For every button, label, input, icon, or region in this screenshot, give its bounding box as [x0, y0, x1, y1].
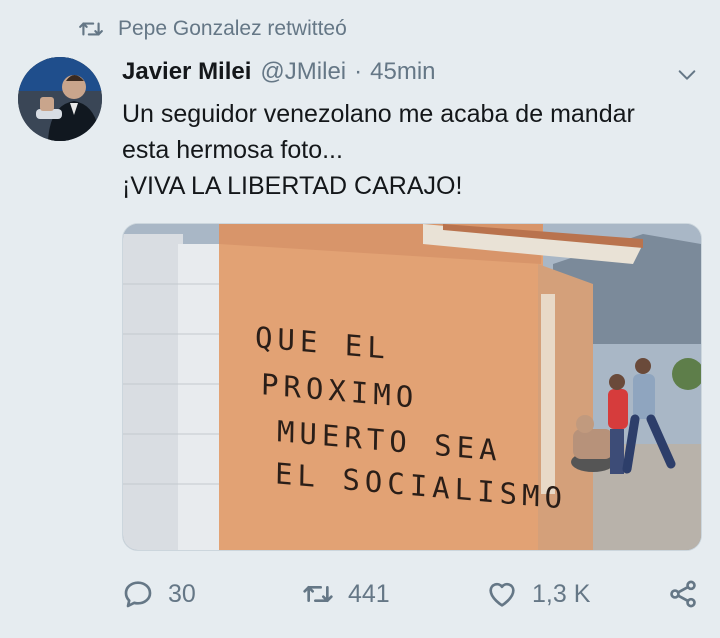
retweet-button[interactable]: 441 — [302, 578, 390, 610]
graffiti-text: QUE EL PROXIMO MUERTO SEA EL SOCIALISMO — [123, 224, 701, 550]
tweet-text-line: esta hermosa foto... — [122, 136, 343, 164]
retweet-context[interactable]: Pepe Gonzalez retwitteó — [78, 16, 347, 42]
tweet-text-line: Un seguidor venezolano me acaba de manda… — [122, 100, 635, 128]
graffiti-line: PROXIMO — [260, 367, 419, 415]
tweet-text: Un seguidor venezolano me acaba de manda… — [122, 96, 702, 204]
separator: · — [354, 58, 363, 85]
author-handle[interactable]: @JMilei — [260, 58, 346, 86]
tweet-time[interactable]: 45min — [370, 58, 435, 86]
reply-count: 30 — [168, 579, 196, 608]
like-button[interactable]: 1,3 K — [486, 578, 590, 610]
tweet-header: Javier Milei @JMilei · 45min — [122, 58, 700, 86]
retweet-context-text: Pepe Gonzalez retwitteó — [118, 17, 347, 40]
retweet-count: 441 — [348, 579, 390, 608]
heart-icon — [489, 582, 515, 607]
share-button[interactable] — [667, 578, 699, 610]
tweet-actions: 30 441 1,3 K — [122, 578, 700, 614]
reply-button[interactable]: 30 — [122, 578, 196, 610]
like-count: 1,3 K — [532, 579, 591, 608]
retweet-icon — [303, 586, 333, 602]
tweet-text-line: ¡VIVA LA LIBERTAD CARAJO! — [122, 172, 463, 200]
reply-icon — [124, 581, 152, 608]
avatar[interactable] — [18, 57, 102, 141]
share-icon — [670, 580, 696, 608]
graffiti-line: QUE EL — [254, 320, 391, 366]
retweet-icon — [79, 22, 103, 36]
author-name[interactable]: Javier Milei — [122, 58, 251, 86]
chevron-down-icon[interactable] — [676, 64, 698, 86]
tweet-photo[interactable]: QUE EL PROXIMO MUERTO SEA EL SOCIALISMO — [122, 223, 702, 551]
graffiti-line: EL SOCIALISMO — [274, 456, 568, 516]
